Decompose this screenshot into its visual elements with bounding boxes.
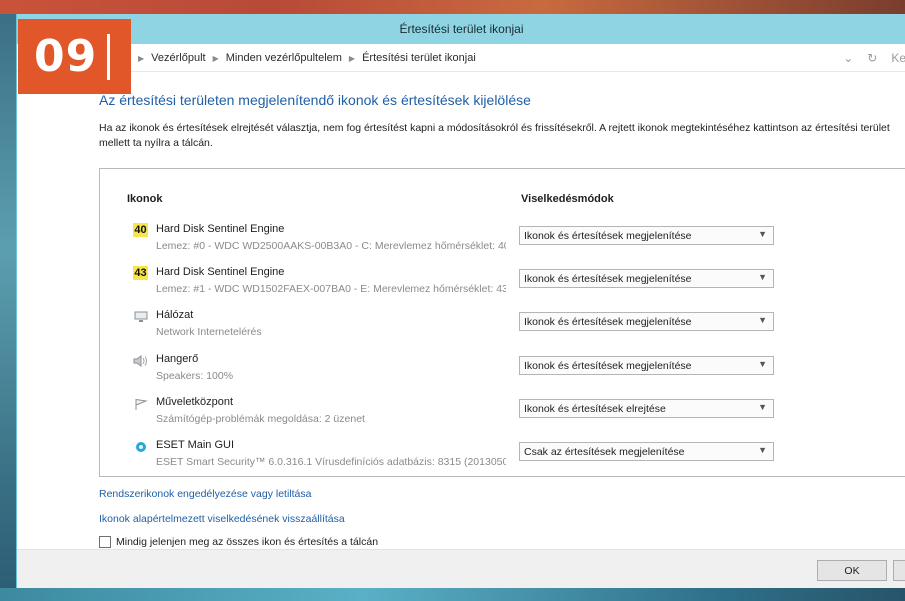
column-header-icons: Ikonok	[127, 193, 163, 205]
row-name: Hard Disk Sentinel Engine	[156, 223, 285, 235]
behavior-select[interactable]: Ikonok és értesítések megjelenítése ▼	[519, 226, 774, 245]
table-row: 40 Hard Disk Sentinel Engine Lemez: #0 -…	[100, 222, 905, 262]
chevron-down-icon: ▼	[758, 229, 767, 239]
breadcrumb-arrow-icon[interactable]: ▶	[349, 54, 355, 63]
network-icon	[133, 309, 149, 325]
page-description: Ha az ikonok és értesítések elrejtését v…	[99, 122, 890, 149]
desktop-background-bottom	[0, 588, 905, 601]
always-show-all-checkbox[interactable]	[99, 536, 111, 548]
row-description: Számítógép-problémák megoldása: 2 üzenet	[156, 413, 365, 425]
badge-divider	[107, 34, 110, 80]
behavior-select[interactable]: Csak az értesítések megjelenítése ▼	[519, 442, 774, 461]
always-show-all-option[interactable]: Mindig jelenjen meg az összes ikon és ér…	[99, 536, 378, 548]
dialog-footer: OK	[17, 549, 905, 588]
temperature-40-icon: 40	[133, 223, 148, 237]
step-number: 09	[34, 31, 98, 82]
table-row: Hangerő Speakers: 100% Ikonok és értesít…	[100, 352, 905, 392]
desktop-background-top	[0, 0, 905, 14]
behavior-select-value: Ikonok és értesítések megjelenítése	[524, 360, 692, 372]
row-name: Hálózat	[156, 309, 194, 321]
breadcrumb-current[interactable]: Értesítési terület ikonjai	[362, 52, 476, 64]
control-panel-window: Értesítési terület ikonjai ▶ Vezérlőpult…	[16, 14, 905, 588]
row-name: Műveletközpont	[156, 396, 234, 408]
desktop-background-left	[0, 14, 16, 601]
temperature-43-icon: 43	[133, 266, 148, 280]
history-dropdown-icon[interactable]: ⌄	[843, 51, 853, 65]
breadcrumb-arrow-icon: ▶	[138, 53, 145, 63]
behavior-select[interactable]: Ikonok és értesítések megjelenítése ▼	[519, 356, 774, 375]
ok-button[interactable]: OK	[817, 560, 887, 581]
table-row: Műveletközpont Számítógép-problémák mego…	[100, 395, 905, 435]
breadcrumb-arrow-icon[interactable]: ▶	[213, 54, 219, 63]
title-bar[interactable]: Értesítési terület ikonjai	[17, 14, 905, 44]
breadcrumb-control-panel[interactable]: Vezérlőpult	[151, 52, 205, 64]
behavior-select[interactable]: Ikonok és értesítések elrejtése ▼	[519, 399, 774, 418]
chevron-down-icon: ▼	[758, 402, 767, 412]
row-description: Lemez: #0 - WDC WD2500AAKS-00B3A0 - C: M…	[156, 240, 506, 252]
eset-icon	[133, 439, 149, 455]
column-header-behaviors: Viselkedésmódok	[521, 193, 614, 205]
table-row: ESET Main GUI ESET Smart Security™ 6.0.3…	[100, 438, 905, 478]
behavior-select[interactable]: Ikonok és értesítések megjelenítése ▼	[519, 269, 774, 288]
behavior-select[interactable]: Ikonok és értesítések megjelenítése ▼	[519, 312, 774, 331]
chevron-down-icon: ▼	[758, 272, 767, 282]
refresh-icon[interactable]: ↻	[867, 51, 877, 65]
page-heading: Az értesítési területen megjelenítendő i…	[99, 92, 531, 108]
row-description: Network Internetelérés	[156, 326, 262, 338]
row-description: Lemez: #1 - WDC WD1502FAEX-007BA0 - E: M…	[156, 283, 506, 295]
behavior-select-value: Ikonok és értesítések megjelenítése	[524, 273, 692, 285]
chevron-down-icon: ▼	[758, 315, 767, 325]
address-controls: ⌄ ↻ Ke	[843, 51, 905, 65]
behavior-select-value: Ikonok és értesítések elrejtése	[524, 403, 666, 415]
icons-table: Ikonok Viselkedésmódok 40 Hard Disk Sent…	[99, 168, 905, 477]
breadcrumb-all-items[interactable]: Minden vezérlőpultelem	[226, 52, 342, 64]
row-name: ESET Main GUI	[156, 439, 235, 451]
row-description: ESET Smart Security™ 6.0.316.1 Vírusdefi…	[156, 456, 506, 468]
breadcrumb: ▶ Vezérlőpult ▶ Minden vezérlőpultelem ▶…	[131, 52, 476, 64]
row-name: Hangerő	[156, 353, 199, 365]
behavior-select-value: Csak az értesítések megjelenítése	[524, 446, 685, 458]
system-icons-link[interactable]: Rendszerikonok engedélyezése vagy letilt…	[99, 488, 311, 500]
always-show-all-label[interactable]: Mindig jelenjen meg az összes ikon és ér…	[116, 536, 378, 548]
chevron-down-icon: ▼	[758, 445, 767, 455]
flag-icon	[133, 396, 149, 412]
cancel-button[interactable]	[893, 560, 905, 581]
behavior-select-value: Ikonok és értesítések megjelenítése	[524, 230, 692, 242]
row-name: Hard Disk Sentinel Engine	[156, 266, 285, 278]
window-title: Értesítési terület ikonjai	[399, 22, 524, 36]
chevron-down-icon: ▼	[758, 359, 767, 369]
behavior-select-value: Ikonok és értesítések megjelenítése	[524, 316, 692, 328]
row-description: Speakers: 100%	[156, 370, 234, 382]
speaker-icon	[133, 353, 149, 369]
restore-defaults-link[interactable]: Ikonok alapértelmezett viselkedésének vi…	[99, 513, 345, 525]
search-input[interactable]: Ke	[891, 51, 905, 65]
table-row: Hálózat Network Internetelérés Ikonok és…	[100, 308, 905, 348]
step-number-badge: 09	[18, 19, 131, 94]
table-row: 43 Hard Disk Sentinel Engine Lemez: #1 -…	[100, 265, 905, 305]
address-bar[interactable]: ▶ Vezérlőpult ▶ Minden vezérlőpultelem ▶…	[17, 44, 905, 72]
